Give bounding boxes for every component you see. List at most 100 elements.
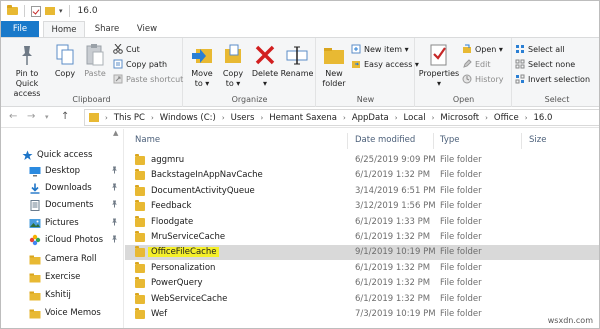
copy-button[interactable]: Copy (51, 42, 79, 79)
history-button[interactable]: History (462, 73, 503, 85)
file-explorer-window: ▾ 16.0 File Home Share View Pin to Quick… (0, 0, 600, 329)
column-header-date-modified[interactable]: Date modified (355, 135, 415, 149)
folder-icon (135, 277, 145, 289)
breadcrumb-item[interactable]: Office (494, 113, 519, 123)
pin-to-quick-access-button[interactable]: Pin to Quick access (5, 42, 49, 99)
file-type: File folder (440, 185, 482, 196)
nav-item-documents[interactable]: Documents (1, 197, 124, 213)
table-row[interactable]: PowerQuery 6/1/2019 1:32 PM File folder (125, 276, 599, 291)
table-row[interactable]: Wef 7/3/2019 10:19 PM File folder (125, 307, 599, 322)
nav-item-icloud-photos[interactable]: iCloud Photos (1, 232, 124, 248)
paste-shortcut-button[interactable]: Paste shortcut (113, 73, 183, 85)
breadcrumb-separator-icon[interactable]: › (151, 114, 154, 122)
table-row[interactable]: Floodgate 6/1/2019 1:33 PM File folder (125, 215, 599, 230)
file-type: File folder (440, 278, 482, 289)
breadcrumb-item[interactable]: Microsoft (440, 113, 479, 123)
select-none-button[interactable]: Select none (515, 58, 575, 70)
file-date-modified: 6/1/2019 1:32 PM (355, 278, 431, 289)
folder-icon (135, 231, 145, 242)
edit-icon (462, 59, 472, 69)
tab-view[interactable]: View (129, 21, 165, 38)
properties-button[interactable]: Properties ▾ (419, 42, 459, 89)
move-to-icon (189, 42, 215, 68)
nav-item-label: Kshitij (45, 290, 71, 300)
table-row[interactable]: MruServiceCache 6/1/2019 1:32 PM File fold… (125, 230, 599, 245)
scroll-up-icon[interactable]: ▲ (113, 129, 118, 137)
file-date-modified: 6/1/2019 1:32 PM (355, 232, 431, 242)
table-row[interactable]: OfficeFileCache 9/1/2019 10:19 PM File fol… (125, 245, 599, 261)
nav-item-camera-roll[interactable]: Camera Roll (1, 251, 124, 267)
tab-home[interactable]: Home (43, 21, 85, 38)
select-all-button[interactable]: Select all (515, 43, 565, 55)
folder-icon (89, 113, 99, 122)
breadcrumb-separator-icon[interactable]: › (343, 114, 346, 122)
tab-share[interactable]: Share (87, 21, 127, 38)
nav-item-kshitij[interactable]: Kshitij (1, 287, 124, 303)
breadcrumb-separator-icon[interactable]: › (485, 114, 488, 122)
star-icon (21, 150, 33, 161)
nav-item-downloads[interactable]: Downloads (1, 180, 124, 196)
breadcrumb-item[interactable]: This PC (114, 113, 145, 123)
breadcrumb-separator-icon[interactable]: › (222, 114, 225, 122)
new-folder-quick-icon[interactable] (45, 7, 55, 15)
nav-item-label: Exercise (45, 272, 81, 282)
forward-arrow-icon[interactable]: → (27, 111, 35, 122)
breadcrumb-item[interactable]: Local (404, 113, 426, 123)
up-arrow-icon[interactable]: ↑ (61, 111, 69, 122)
pin-icon (110, 200, 118, 208)
copy-to-button[interactable]: Copy to ▾ (218, 42, 248, 89)
breadcrumb-item[interactable]: AppData (352, 113, 389, 123)
customize-quick-access-icon[interactable]: ▾ (59, 7, 63, 15)
table-row[interactable]: BackstageInAppNavCache 6/1/2019 1:32 PM Fi… (125, 168, 599, 183)
edit-button[interactable]: Edit (462, 58, 491, 70)
file-name: Personalization (151, 262, 216, 273)
column-header-type[interactable]: Type (440, 135, 460, 149)
folder-icon (29, 308, 41, 319)
table-row[interactable]: Feedback 3/12/2019 1:56 PM File folder (125, 199, 599, 214)
documents-icon (29, 199, 41, 211)
table-row[interactable]: DocumentActivityQueue 3/14/2019 6:51 PM Fi… (125, 184, 599, 199)
breadcrumb-separator-icon[interactable]: › (525, 114, 528, 122)
rename-button[interactable]: Rename (280, 42, 314, 79)
nav-item-pictures[interactable]: Pictures (1, 215, 124, 231)
nav-item-exercise[interactable]: Exercise (1, 269, 124, 285)
tab-file[interactable]: File (1, 21, 39, 38)
open-button[interactable]: Open ▾ (462, 43, 503, 55)
back-arrow-icon[interactable]: ← (9, 111, 17, 122)
new-folder-button[interactable]: New folder (320, 42, 348, 89)
breadcrumb-separator-icon[interactable]: › (432, 114, 435, 122)
easy-access-button[interactable]: Easy access ▾ (351, 58, 419, 70)
table-row[interactable]: WebServiceCache 6/1/2019 1:32 PM File fold… (125, 292, 599, 307)
nav-item-label: Quick access (37, 150, 93, 160)
recent-locations-icon[interactable]: ▾ (45, 113, 49, 121)
table-row[interactable]: Personalization 6/1/2019 1:32 PM File fold… (125, 261, 599, 276)
properties-icon (426, 42, 452, 68)
file-type: File folder (440, 201, 482, 212)
address-bar[interactable]: › This PC › Windows (C:) › Users › Hemant Saxe… (84, 109, 599, 126)
table-row[interactable]: aggmru 6/25/2019 9:09 PM File folder (125, 153, 599, 168)
breadcrumb-separator-icon[interactable]: › (395, 114, 398, 122)
breadcrumb-item[interactable]: Windows (C:) (160, 113, 216, 123)
move-to-button[interactable]: Move to ▾ (187, 42, 217, 89)
paste-button[interactable]: Paste (81, 42, 109, 79)
properties-quick-icon[interactable] (31, 5, 41, 17)
breadcrumb-item[interactable]: 16.0 (534, 113, 553, 123)
title-bar: ▾ 16.0 (1, 1, 599, 21)
copy-path-button[interactable]: Copy path (113, 58, 167, 70)
breadcrumb-item[interactable]: Hemant Saxena (269, 113, 337, 123)
cut-button[interactable]: Cut (113, 43, 140, 55)
select-none-icon (515, 59, 525, 69)
column-header-size[interactable]: Size (529, 135, 546, 149)
delete-button[interactable]: Delete ▾ (250, 42, 280, 89)
file-type: File folder (440, 155, 482, 165)
nav-item-voice-memos[interactable]: Voice Memos (1, 305, 124, 321)
breadcrumb-item[interactable]: Users (231, 113, 255, 123)
new-folder-icon (321, 42, 347, 68)
nav-item-desktop[interactable]: Desktop (1, 163, 124, 179)
invert-selection-button[interactable]: Invert selection (515, 73, 590, 85)
breadcrumb-separator-icon[interactable]: › (260, 114, 263, 122)
nav-item-quick-access[interactable]: Quick access (1, 147, 124, 163)
new-item-button[interactable]: New item ▾ (351, 43, 409, 55)
easy-access-icon (351, 59, 361, 69)
column-header-name[interactable]: Name (135, 135, 160, 149)
